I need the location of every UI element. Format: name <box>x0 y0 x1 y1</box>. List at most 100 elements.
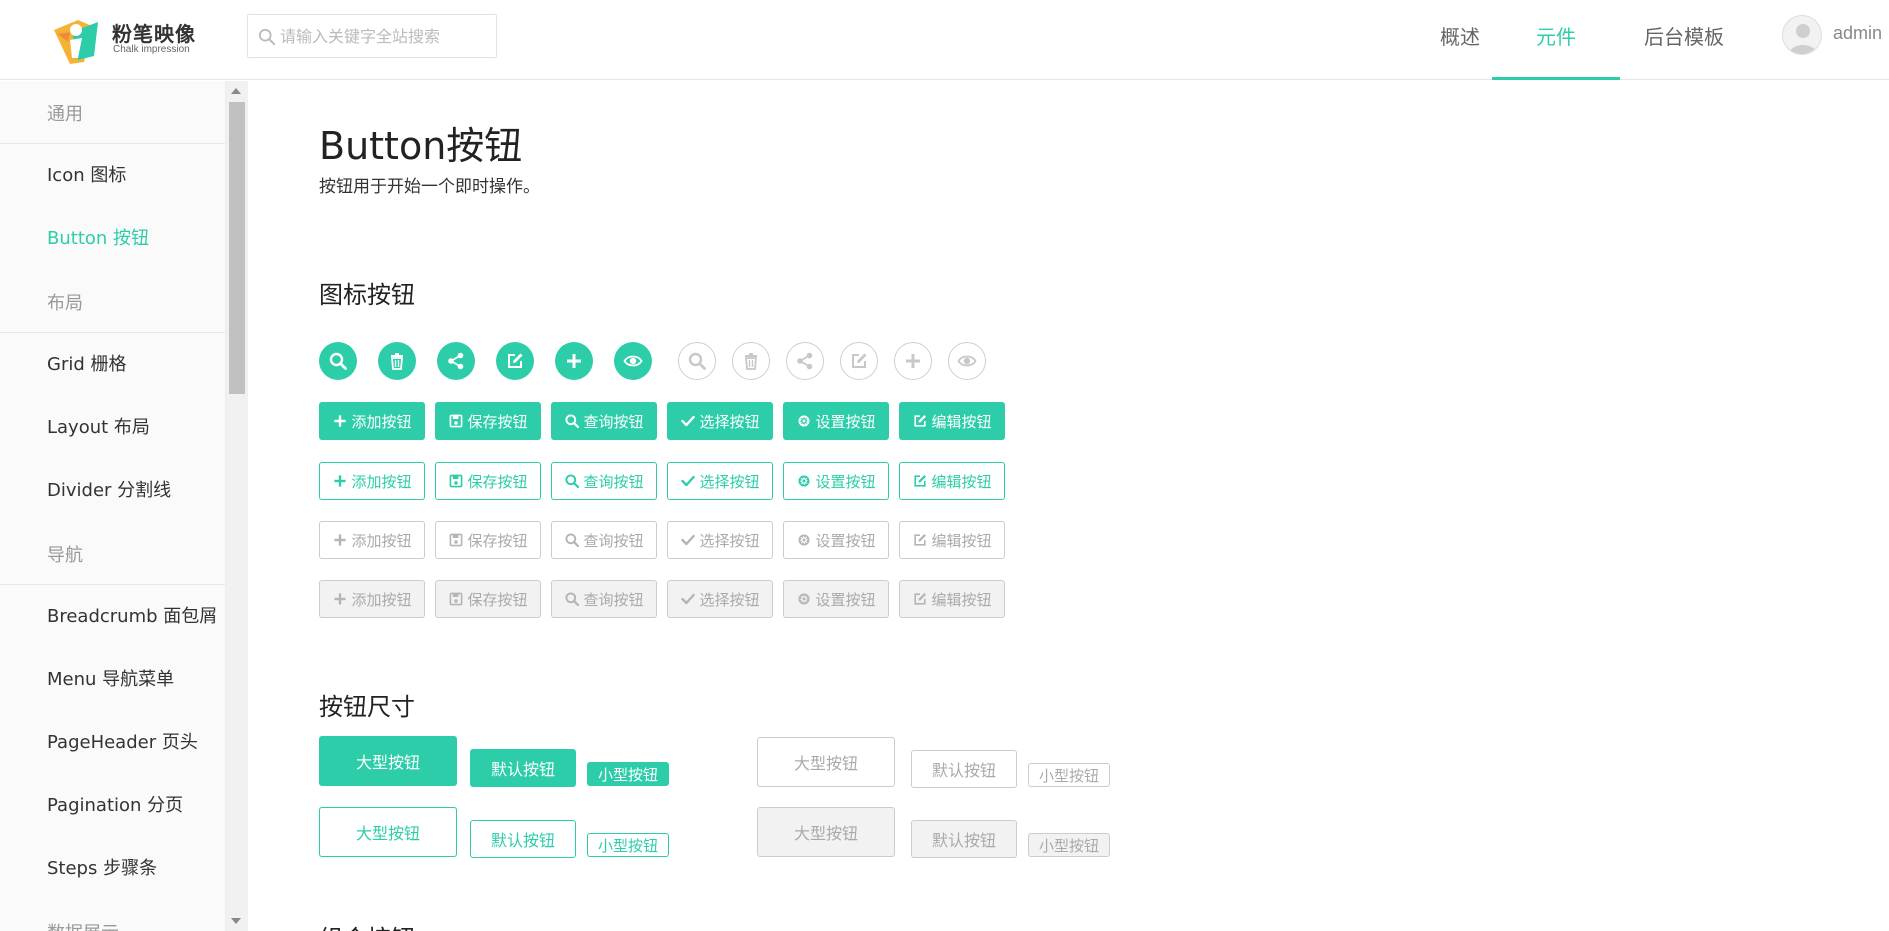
trash-icon <box>391 353 403 370</box>
logo-title: 粉笔映像 <box>112 22 196 46</box>
trash-icon <box>745 353 757 370</box>
username: admin <box>1833 23 1883 43</box>
scroll-up-arrow-icon[interactable] <box>231 88 241 94</box>
scroll-down-arrow-icon[interactable] <box>231 918 241 924</box>
large-button-filled[interactable]: 大型按钮 <box>319 736 457 786</box>
button-label: 设置按钮 <box>815 412 876 431</box>
search-icon <box>688 352 706 370</box>
button-label: 查询按钮 <box>583 472 644 491</box>
small-button-outline[interactable]: 小型按钮 <box>587 833 669 857</box>
save-button-filled[interactable]: 保存按钮 <box>435 402 541 440</box>
check-icon <box>681 593 696 605</box>
button-label: 设置按钮 <box>815 472 876 491</box>
gear-icon <box>799 593 810 605</box>
nav-admin-templates[interactable]: 后台模板 <box>1620 0 1748 80</box>
edit-button-outline[interactable]: 编辑按钮 <box>899 462 1005 500</box>
edit-circle-outline-button[interactable] <box>840 342 878 380</box>
plus-button-filled[interactable]: 添加按钮 <box>319 402 425 440</box>
sidebar-item[interactable]: Layout 布局 <box>0 396 225 459</box>
search-button-filled[interactable]: 查询按钮 <box>551 402 657 440</box>
sidebar-group-label: 数据展示 <box>0 900 225 931</box>
edit-circle-button[interactable] <box>496 342 534 380</box>
large-button-disabled: 大型按钮 <box>757 807 895 857</box>
trash-circle-outline-button[interactable] <box>732 342 770 380</box>
button-label: 查询按钮 <box>583 590 644 609</box>
sidebar-item[interactable]: Icon 图标 <box>0 144 225 207</box>
edit-button-filled[interactable]: 编辑按钮 <box>899 402 1005 440</box>
button-label: 编辑按钮 <box>931 531 992 550</box>
small-button-filled[interactable]: 小型按钮 <box>587 762 669 786</box>
sidebar-item[interactable]: Breadcrumb 面包屑 <box>0 585 225 648</box>
default-button-filled[interactable]: 默认按钮 <box>470 749 576 787</box>
edit-icon <box>914 593 927 605</box>
nav-components[interactable]: 元件 <box>1492 0 1620 80</box>
trash-circle-button[interactable] <box>378 342 416 380</box>
sidebar-item[interactable]: Pagination 分页 <box>0 774 225 837</box>
default-button-disabled: 默认按钮 <box>911 820 1017 858</box>
check-icon <box>681 415 696 427</box>
plus-button-gray[interactable]: 添加按钮 <box>319 521 425 559</box>
small-button-gray[interactable]: 小型按钮 <box>1028 763 1110 787</box>
sidebar-item[interactable]: Steps 步骤条 <box>0 837 225 900</box>
main-content: Button按钮 按钮用于开始一个即时操作。 图标按钮 添加按钮 保存按钮 查询按钮… <box>248 81 1889 931</box>
plus-circle-outline-button[interactable] <box>894 342 932 380</box>
eye-circle-outline-button[interactable] <box>948 342 986 380</box>
edit-button-disabled: 编辑按钮 <box>899 580 1005 618</box>
gear-button-outline[interactable]: 设置按钮 <box>783 462 889 500</box>
save-icon <box>450 592 463 606</box>
gear-icon <box>799 475 810 487</box>
button-label: 添加按钮 <box>351 531 412 550</box>
check-icon <box>681 534 696 546</box>
eye-circle-button[interactable] <box>614 342 652 380</box>
edit-button-gray[interactable]: 编辑按钮 <box>899 521 1005 559</box>
sidebar-item[interactable]: Button 按钮 <box>0 207 225 270</box>
button-label: 选择按钮 <box>699 590 760 609</box>
logo-icon <box>54 20 98 64</box>
search-circle-outline-button[interactable] <box>678 342 716 380</box>
logo-subtitle: Chalk impression <box>113 44 190 55</box>
logo[interactable]: 粉笔映像 Chalk impression <box>48 12 208 68</box>
search-input[interactable] <box>280 21 490 51</box>
save-button-outline[interactable]: 保存按钮 <box>435 462 541 500</box>
check-button-filled[interactable]: 选择按钮 <box>667 402 773 440</box>
plus-icon <box>334 415 347 427</box>
button-label: 查询按钮 <box>583 531 644 550</box>
user-icon <box>1789 24 1817 54</box>
default-button-outline[interactable]: 默认按钮 <box>470 820 576 858</box>
scroll-thumb[interactable] <box>229 102 245 394</box>
share-circle-button[interactable] <box>437 342 475 380</box>
sidebar-scrollbar[interactable] <box>226 81 248 931</box>
section-title-group: 组合按钮 <box>319 919 415 931</box>
check-button-gray[interactable]: 选择按钮 <box>667 521 773 559</box>
search-icon <box>565 592 580 607</box>
check-button-outline[interactable]: 选择按钮 <box>667 462 773 500</box>
search-button-gray[interactable]: 查询按钮 <box>551 521 657 559</box>
sidebar-item[interactable]: Divider 分割线 <box>0 459 225 522</box>
button-label: 保存按钮 <box>467 590 528 609</box>
save-icon <box>450 474 463 488</box>
button-label: 保存按钮 <box>467 412 528 431</box>
large-button-outline[interactable]: 大型按钮 <box>319 807 457 857</box>
gear-button-filled[interactable]: 设置按钮 <box>783 402 889 440</box>
site-search <box>247 14 497 58</box>
gear-button-gray[interactable]: 设置按钮 <box>783 521 889 559</box>
button-label: 设置按钮 <box>815 590 876 609</box>
search-button-outline[interactable]: 查询按钮 <box>551 462 657 500</box>
save-button-gray[interactable]: 保存按钮 <box>435 521 541 559</box>
plus-circle-button[interactable] <box>555 342 593 380</box>
sidebar-item[interactable]: PageHeader 页头 <box>0 711 225 774</box>
large-button-gray[interactable]: 大型按钮 <box>757 737 895 787</box>
share-circle-outline-button[interactable] <box>786 342 824 380</box>
save-icon <box>450 533 463 547</box>
plus-button-outline[interactable]: 添加按钮 <box>319 462 425 500</box>
sidebar-item[interactable]: Menu 导航菜单 <box>0 648 225 711</box>
default-button-gray[interactable]: 默认按钮 <box>911 750 1017 788</box>
gear-icon <box>799 415 810 427</box>
button-label: 添加按钮 <box>351 472 412 491</box>
sidebar-item[interactable]: Grid 栅格 <box>0 333 225 396</box>
button-label: 设置按钮 <box>815 531 876 550</box>
search-circle-button[interactable] <box>319 342 357 380</box>
button-label: 选择按钮 <box>699 472 760 491</box>
avatar[interactable] <box>1782 15 1822 55</box>
button-label: 编辑按钮 <box>931 412 992 431</box>
